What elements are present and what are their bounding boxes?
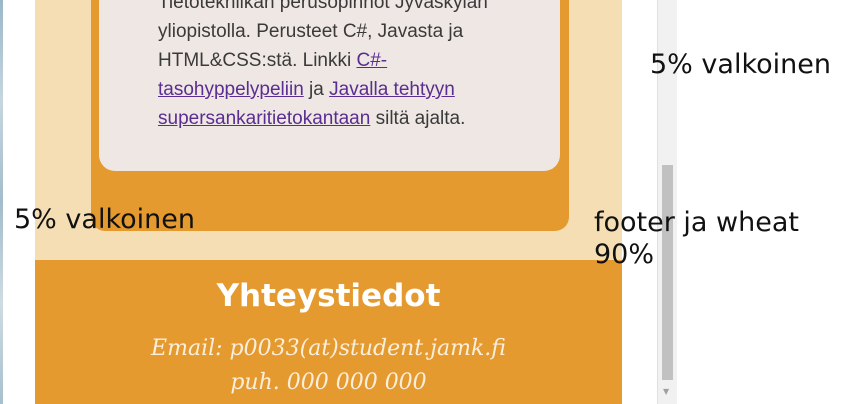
link-java-part-a: Javalla tehtyyn <box>329 79 455 100</box>
footer-phone: puh. 000 000 000 <box>230 370 427 395</box>
link-csharp-part-b: tasohyppelypeliin <box>158 79 304 100</box>
card-text-suffix: siltä ajalta. <box>370 108 466 129</box>
window-edge-strip <box>0 0 3 404</box>
annotation-top-right: 5% valkoinen <box>650 49 831 80</box>
annotation-footer-line-1: footer ja wheat <box>594 207 799 238</box>
annotation-footer: footer ja wheat 90% <box>594 207 854 271</box>
card-text-line-2: yliopistolla. Perusteet C#, Javasta ja <box>158 21 464 42</box>
annotation-footer-line-2: 90% <box>594 239 655 270</box>
scrollbar-thumb[interactable] <box>662 165 673 380</box>
footer-email: Email: p0033(at)student.jamk.fi <box>151 336 506 361</box>
annotation-left: 5% valkoinen <box>14 204 195 235</box>
left-white-margin <box>0 0 35 404</box>
card-text-conjunction: ja <box>303 79 330 100</box>
footer-title: Yhteystiedot <box>216 278 441 314</box>
card-description: Tietotekniikan perusopinnot Jyväskylän y… <box>158 0 518 133</box>
link-java-part-b: supersankaritietokantaan <box>158 108 371 129</box>
link-csharp-part-a: C#- <box>356 50 388 71</box>
card-text-line-1: Tietotekniikan perusopinnot Jyväskylän <box>158 0 488 13</box>
footer: Yhteystiedot Email: p0033(at)student.jam… <box>35 260 622 404</box>
scroll-down-arrow-icon[interactable]: ▼ <box>663 387 669 396</box>
card-text-line-3: HTML&CSS:stä. Linkki <box>158 50 357 71</box>
